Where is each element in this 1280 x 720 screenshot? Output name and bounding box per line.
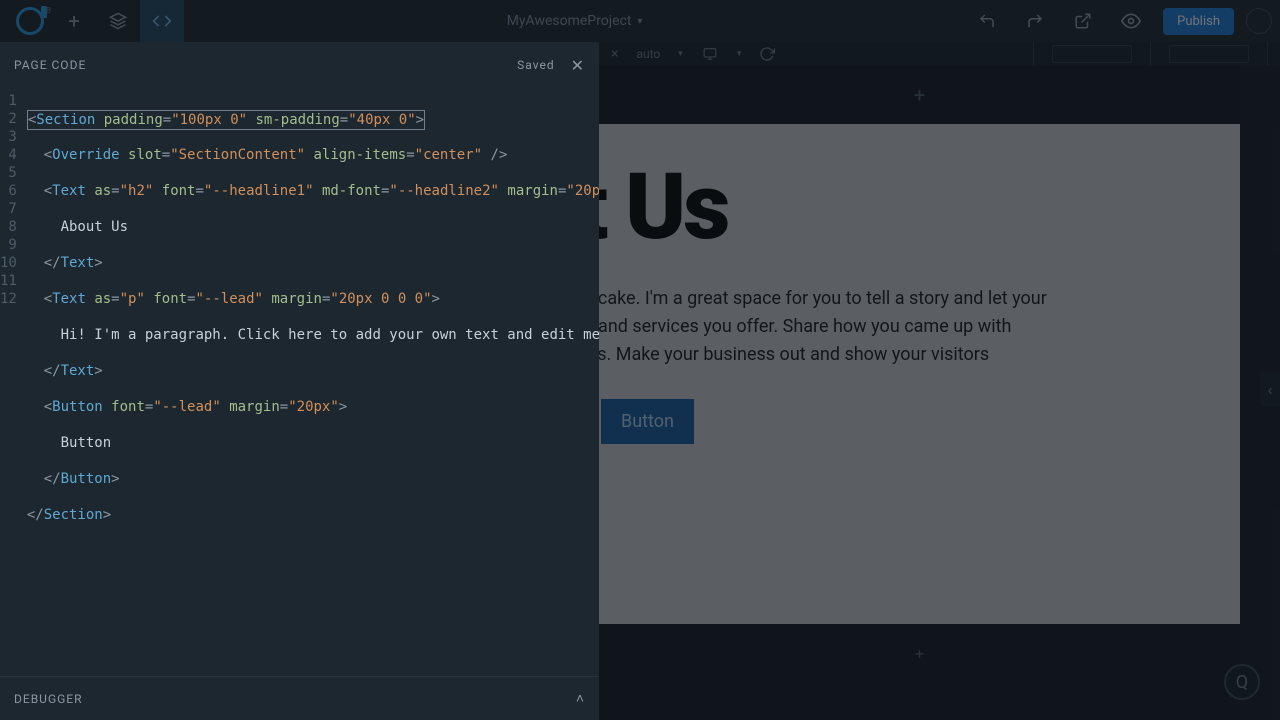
save-status: Saved [517, 58, 554, 72]
code-editor[interactable]: 1 2 3 4 5 6 7 8 9 10 11 12 <Section padd… [0, 88, 599, 676]
modal-overlay [0, 0, 1280, 42]
code-panel-header: PAGE CODE Saved ✕ [0, 42, 599, 88]
debugger-title: DEBUGGER [14, 692, 83, 706]
code-content[interactable]: <Section padding="100px 0" sm-padding="4… [27, 88, 599, 676]
panel-title: PAGE CODE [14, 58, 86, 72]
chevron-up-icon: ˄ [576, 690, 585, 707]
debugger-panel-header[interactable]: DEBUGGER ˄ [0, 676, 599, 720]
line-gutter: 1 2 3 4 5 6 7 8 9 10 11 12 [0, 88, 27, 676]
close-icon[interactable]: ✕ [571, 56, 585, 75]
code-panel: PAGE CODE Saved ✕ 1 2 3 4 5 6 7 8 9 10 1… [0, 42, 599, 720]
modal-overlay [599, 42, 1280, 720]
